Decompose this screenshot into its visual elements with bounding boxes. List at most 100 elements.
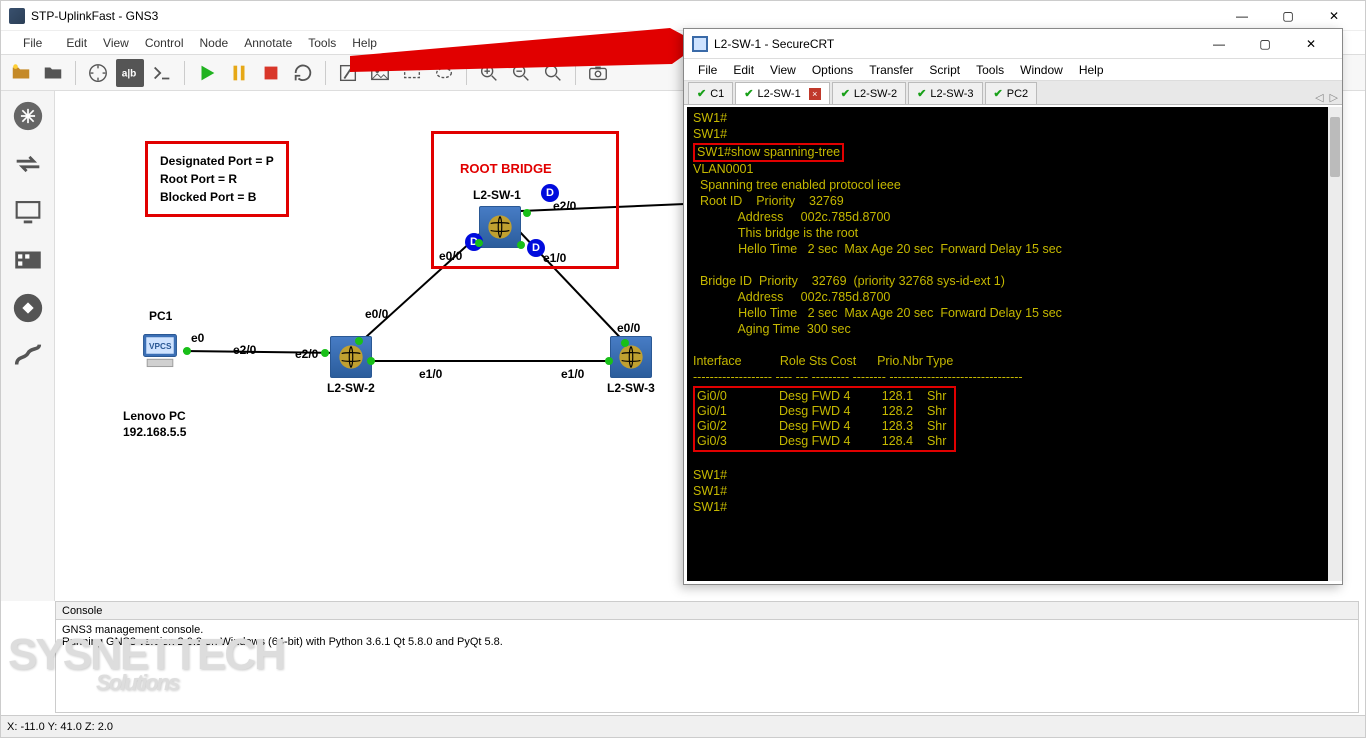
pc-sublabel: 192.168.5.5 [123, 425, 186, 439]
securecrt-window: L2-SW-1 - SecureCRT — ▢ ✕ File Edit View… [683, 28, 1343, 585]
sc-menu-help[interactable]: Help [1071, 61, 1112, 79]
menu-node[interactable]: Node [192, 33, 237, 53]
legend-line: Designated Port = P [160, 152, 274, 170]
terminal-output[interactable]: SW1# SW1# SW1#show spanning-tree VLAN000… [687, 107, 1328, 581]
tab-close-icon[interactable]: × [809, 88, 821, 100]
command-highlight: SW1#show spanning-tree [693, 143, 844, 162]
terminal-scrollbar[interactable] [1328, 107, 1342, 581]
sc-menu-window[interactable]: Window [1012, 61, 1071, 79]
gns3-title: STP-UplinkFast - GNS3 [31, 9, 158, 23]
security-icon[interactable] [9, 241, 47, 279]
sc-minimize-button[interactable]: — [1196, 30, 1242, 58]
maximize-button[interactable]: ▢ [1265, 2, 1311, 30]
open-icon[interactable] [39, 59, 67, 87]
legend-box: Designated Port = P Root Port = R Blocke… [145, 141, 289, 217]
port-label: e0 [191, 331, 204, 345]
tab-pc2[interactable]: ✔PC2 [985, 82, 1038, 104]
port-label: e2/0 [233, 343, 256, 357]
port-label: e0/0 [439, 249, 462, 263]
port-label: e0/0 [365, 307, 388, 321]
node-pc1[interactable]: VPCS [138, 329, 182, 373]
device-toolbar [1, 91, 55, 601]
screenshot-icon[interactable] [584, 59, 612, 87]
insert-image-icon[interactable] [366, 59, 394, 87]
sc-close-button[interactable]: ✕ [1288, 30, 1334, 58]
routers-icon[interactable] [9, 97, 47, 135]
annotate-note-icon[interactable] [334, 59, 362, 87]
menu-view[interactable]: View [95, 33, 137, 53]
menu-file[interactable]: File [7, 33, 58, 53]
svg-text:VPCS: VPCS [149, 342, 172, 351]
stop-all-icon[interactable] [257, 59, 285, 87]
port-label: e1/0 [419, 367, 442, 381]
tab-c1[interactable]: ✔C1 [688, 82, 733, 104]
tab-prev-icon[interactable]: ◁ [1315, 91, 1323, 104]
root-bridge-label: ROOT BRIDGE [460, 161, 552, 176]
sc-menu-tools[interactable]: Tools [968, 61, 1012, 79]
sc-menu-options[interactable]: Options [804, 61, 861, 79]
draw-ellipse-icon[interactable] [430, 59, 458, 87]
console-header: Console [56, 602, 1358, 620]
pc-sublabel: Lenovo PC [123, 409, 186, 423]
gns3-titlebar: STP-UplinkFast - GNS3 — ▢ ✕ [1, 1, 1365, 31]
node-label: L2-SW-3 [607, 381, 655, 395]
menu-help[interactable]: Help [344, 33, 385, 53]
securecrt-tabs: ✔C1 ✔L2-SW-1× ✔L2-SW-2 ✔L2-SW-3 ✔PC2 ◁ ▷ [684, 81, 1342, 105]
port-label: e2/0 [295, 347, 318, 361]
tab-next-icon[interactable]: ▷ [1330, 91, 1338, 104]
securecrt-titlebar: L2-SW-1 - SecureCRT — ▢ ✕ [684, 29, 1342, 59]
minimize-button[interactable]: — [1219, 2, 1265, 30]
statusbar: X: -11.0 Y: 41.0 Z: 2.0 [1, 715, 1365, 737]
port-label: e2/0 [553, 199, 576, 213]
sc-maximize-button[interactable]: ▢ [1242, 30, 1288, 58]
menu-tools[interactable]: Tools [300, 33, 344, 53]
legend-line: Root Port = R [160, 170, 274, 188]
tab-l2-sw-1[interactable]: ✔L2-SW-1× [735, 82, 829, 104]
legend-line: Blocked Port = B [160, 188, 274, 206]
node-l2-sw-1[interactable] [479, 206, 521, 248]
sc-menu-view[interactable]: View [762, 61, 804, 79]
table-highlight: Gi0/0 Desg FWD 4 128.1 Shr Gi0/1 Desg FW… [693, 386, 956, 452]
port-label: e0/0 [617, 321, 640, 335]
node-label: L2-SW-1 [473, 188, 521, 202]
tab-l2-sw-2[interactable]: ✔L2-SW-2 [832, 82, 906, 104]
node-l2-sw-3[interactable]: L2-SW-3 [607, 336, 655, 395]
sc-menu-script[interactable]: Script [921, 61, 968, 79]
sc-menu-file[interactable]: File [690, 61, 725, 79]
node-label: PC1 [149, 309, 172, 323]
all-devices-icon[interactable] [9, 289, 47, 327]
draw-rect-icon[interactable] [398, 59, 426, 87]
menu-annotate[interactable]: Annotate [236, 33, 300, 53]
port-label: e1/0 [561, 367, 584, 381]
console-line: GNS3 management console. [62, 624, 1352, 636]
add-link-icon[interactable] [9, 337, 47, 375]
console-pane: Console GNS3 management console. Running… [55, 601, 1359, 713]
svg-text:a|b: a|b [122, 68, 137, 79]
securecrt-menubar: File Edit View Options Transfer Script T… [684, 59, 1342, 81]
node-label: L2-SW-2 [327, 381, 375, 395]
tab-l2-sw-3[interactable]: ✔L2-SW-3 [908, 82, 982, 104]
show-hide-interface-icon[interactable]: a|b [116, 59, 144, 87]
switches-icon[interactable] [9, 145, 47, 183]
open-project-icon[interactable] [7, 59, 35, 87]
snapshot-icon[interactable] [84, 59, 112, 87]
reload-all-icon[interactable] [289, 59, 317, 87]
end-devices-icon[interactable] [9, 193, 47, 231]
console-line: Running GNS3 version 2.0.3 on Windows (6… [62, 636, 1352, 648]
menu-edit[interactable]: Edit [58, 33, 95, 53]
zoom-fit-icon[interactable] [539, 59, 567, 87]
gns3-app-icon [9, 8, 25, 24]
console-body[interactable]: GNS3 management console. Running GNS3 ve… [56, 620, 1358, 712]
zoom-out-icon[interactable] [507, 59, 535, 87]
zoom-in-icon[interactable] [475, 59, 503, 87]
sc-menu-transfer[interactable]: Transfer [861, 61, 921, 79]
pause-all-icon[interactable] [225, 59, 253, 87]
close-button[interactable]: ✕ [1311, 2, 1357, 30]
coords: X: -11.0 Y: 41.0 Z: 2.0 [7, 721, 113, 733]
start-all-icon[interactable] [193, 59, 221, 87]
menu-control[interactable]: Control [137, 33, 192, 53]
console-all-icon[interactable] [148, 59, 176, 87]
sc-menu-edit[interactable]: Edit [725, 61, 762, 79]
node-l2-sw-2[interactable]: L2-SW-2 [327, 336, 375, 395]
port-label: e1/0 [543, 251, 566, 265]
